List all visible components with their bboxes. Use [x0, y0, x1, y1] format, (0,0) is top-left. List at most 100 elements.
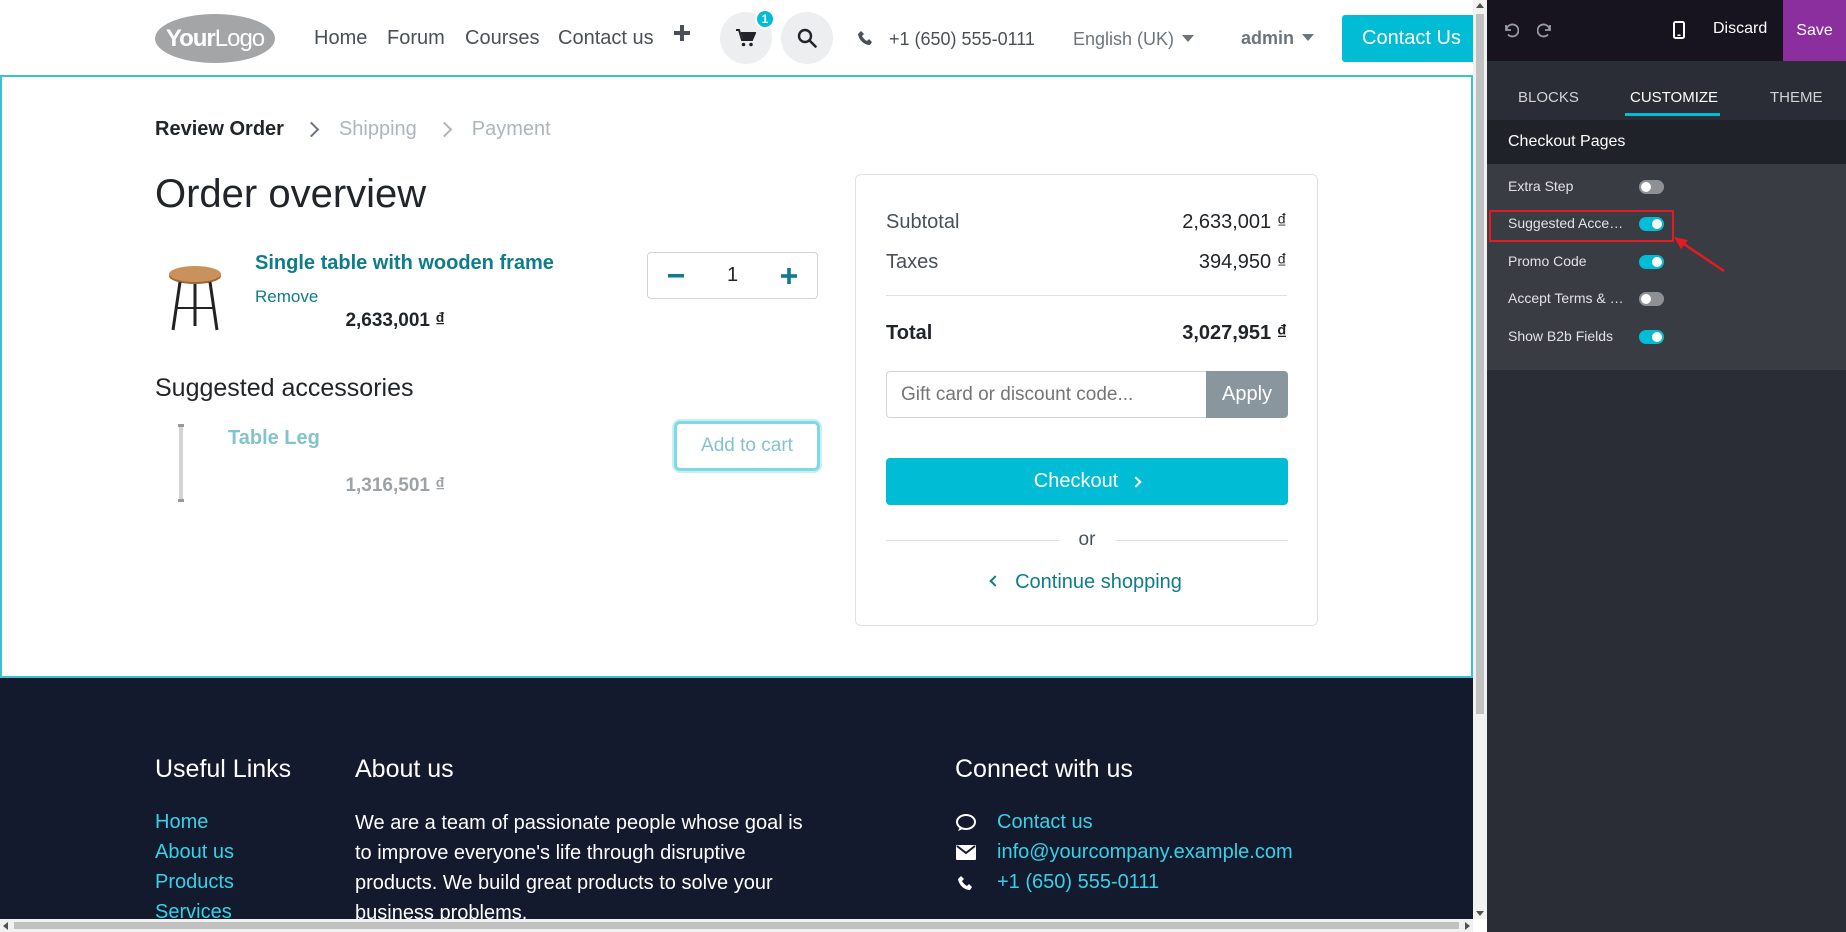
toggle-extra-step[interactable] — [1639, 180, 1664, 194]
apply-promo-button[interactable]: Apply — [1206, 371, 1288, 418]
scroll-down-arrow-icon[interactable] — [1476, 911, 1484, 916]
total-label: Total — [886, 322, 933, 344]
continue-shopping-link[interactable]: Continue shopping — [856, 571, 1317, 594]
editor-toolbar: Discard Save — [1487, 0, 1846, 61]
promo-code-form: Apply — [886, 371, 1288, 418]
product-name-link[interactable]: Single table with wooden frame — [255, 252, 554, 275]
toggle-promo-code[interactable] — [1639, 255, 1664, 269]
active-tab-indicator — [1625, 113, 1720, 116]
subtotal-value: 2,633,001 ₫ — [1182, 211, 1287, 233]
editor-empty-area — [1487, 370, 1846, 932]
footer-link-about[interactable]: About us — [155, 841, 234, 864]
accessory-name-link[interactable]: Table Leg — [228, 427, 320, 450]
phone-icon — [955, 875, 977, 891]
footer-link-services[interactable]: Services — [155, 901, 232, 919]
total-value: 3,027,951 ₫ — [1182, 322, 1287, 344]
section-title: Checkout Pages — [1487, 120, 1846, 164]
top-navbar: YourLogo Home Forum Courses Contact us 1… — [0, 0, 1473, 76]
chevron-down-icon — [1182, 34, 1195, 42]
footer-link-products[interactable]: Products — [155, 871, 234, 894]
footer-link-home[interactable]: Home — [155, 811, 208, 834]
nav-link-courses[interactable]: Courses — [465, 27, 539, 50]
header-phone[interactable]: +1 (650) 555-0111 — [889, 29, 1035, 50]
page-title: Order overview — [155, 172, 427, 216]
remove-product-link[interactable]: Remove — [255, 287, 318, 307]
accessory-image[interactable] — [176, 424, 186, 502]
tab-customize[interactable]: CUSTOMIZE — [1630, 89, 1718, 106]
nav-link-home[interactable]: Home — [314, 27, 367, 50]
divider — [886, 295, 1287, 296]
product-price: 2,633,001 ₫ — [345, 310, 445, 331]
footer-phone-link[interactable]: +1 (650) 555-0111 — [955, 871, 1159, 894]
footer-contact-link[interactable]: Contact us — [955, 811, 1093, 834]
nav-link-contact[interactable]: Contact us — [558, 27, 654, 50]
minus-icon — [668, 273, 684, 277]
chevron-right-icon — [303, 121, 320, 138]
footer-links-title: Useful Links — [155, 755, 292, 783]
suggested-accessories-title: Suggested accessories — [155, 374, 414, 402]
taxes-value: 394,950 ₫ — [1198, 251, 1287, 273]
toggle-b2b-fields[interactable] — [1639, 330, 1664, 344]
scrollbar-thumb[interactable] — [1476, 14, 1484, 714]
header-contact-button[interactable]: Contact Us — [1342, 15, 1473, 62]
footer-phone-label: +1 (650) 555-0111 — [997, 871, 1160, 893]
add-page-icon[interactable] — [673, 24, 691, 48]
scroll-left-arrow-icon[interactable] — [3, 922, 8, 930]
footer-about-title: About us — [355, 755, 454, 783]
discard-button[interactable]: Discard — [1713, 20, 1767, 38]
comment-icon — [955, 813, 977, 832]
add-to-cart-button[interactable]: Add to cart — [674, 421, 820, 471]
or-label: or — [1078, 529, 1096, 550]
nav-link-forum[interactable]: Forum — [387, 27, 445, 50]
phone-icon — [858, 30, 874, 51]
step-shipping: Shipping — [338, 118, 417, 140]
undo-icon[interactable] — [1499, 18, 1523, 42]
checkout-button[interactable]: Checkout — [886, 458, 1288, 505]
chevron-left-icon — [989, 575, 1001, 587]
horizontal-scrollbar[interactable] — [0, 919, 1473, 932]
redo-icon[interactable] — [1533, 18, 1557, 42]
footer-connect-title: Connect with us — [955, 755, 1133, 783]
order-summary-card: Subtotal 2,633,001 ₫ Taxes 394,950 ₫ Tot… — [855, 174, 1318, 626]
decrease-quantity-button[interactable] — [648, 253, 704, 298]
taxes-row: Taxes 394,950 ₫ — [886, 251, 1287, 274]
subtotal-row: Subtotal 2,633,001 ₫ — [886, 211, 1287, 234]
total-row: Total 3,027,951 ₫ — [886, 322, 1287, 345]
website-preview: YourLogo Home Forum Courses Contact us 1… — [0, 0, 1473, 919]
promo-code-input[interactable] — [886, 371, 1206, 418]
tab-theme[interactable]: THEME — [1770, 89, 1823, 106]
checkout-steps: Review Order Shipping Payment — [155, 118, 551, 141]
step-payment: Payment — [471, 118, 551, 140]
checkout-options: Extra Step Suggested Accessories Promo C… — [1487, 164, 1846, 370]
toggle-accept-terms[interactable] — [1639, 292, 1664, 306]
website-editor-panel: Discard Save BLOCKS CUSTOMIZE THEME Chec… — [1487, 0, 1846, 932]
tab-blocks[interactable]: BLOCKS — [1518, 89, 1579, 106]
cart-count-badge: 1 — [755, 9, 775, 29]
search-button[interactable] — [781, 12, 833, 64]
chevron-right-icon — [1130, 475, 1142, 488]
continue-shopping-label: Continue shopping — [1015, 571, 1182, 593]
vertical-scrollbar[interactable] — [1473, 0, 1487, 919]
site-logo[interactable]: YourLogo — [155, 14, 275, 63]
toggle-suggested-accessories[interactable] — [1639, 217, 1664, 231]
footer-about-text: We are a team of passionate people whose… — [355, 812, 803, 919]
editor-tabs: BLOCKS CUSTOMIZE THEME — [1487, 61, 1846, 120]
scrollbar-thumb[interactable] — [14, 922, 1459, 929]
language-selector[interactable]: English (UK) — [1073, 29, 1195, 50]
chevron-down-icon — [1302, 33, 1315, 41]
or-separator: or — [886, 525, 1288, 555]
user-menu[interactable]: admin — [1241, 28, 1315, 49]
mobile-preview-icon[interactable] — [1667, 18, 1691, 42]
option-label-accept-terms: Accept Terms & Conditions — [1508, 290, 1628, 306]
scroll-right-arrow-icon[interactable] — [1465, 922, 1470, 930]
product-image[interactable] — [165, 264, 225, 334]
option-label-b2b-fields: Show B2b Fields — [1508, 328, 1614, 344]
quantity-input[interactable]: 1 — [704, 264, 761, 287]
option-label-extra-step: Extra Step — [1508, 178, 1574, 194]
footer-email-link[interactable]: info@yourcompany.example.com — [955, 841, 1293, 864]
increase-quantity-button[interactable] — [761, 253, 817, 298]
scroll-up-arrow-icon[interactable] — [1476, 3, 1484, 8]
save-button[interactable]: Save — [1783, 0, 1846, 61]
plus-icon — [781, 267, 797, 284]
checkout-label: Checkout — [1033, 470, 1119, 492]
